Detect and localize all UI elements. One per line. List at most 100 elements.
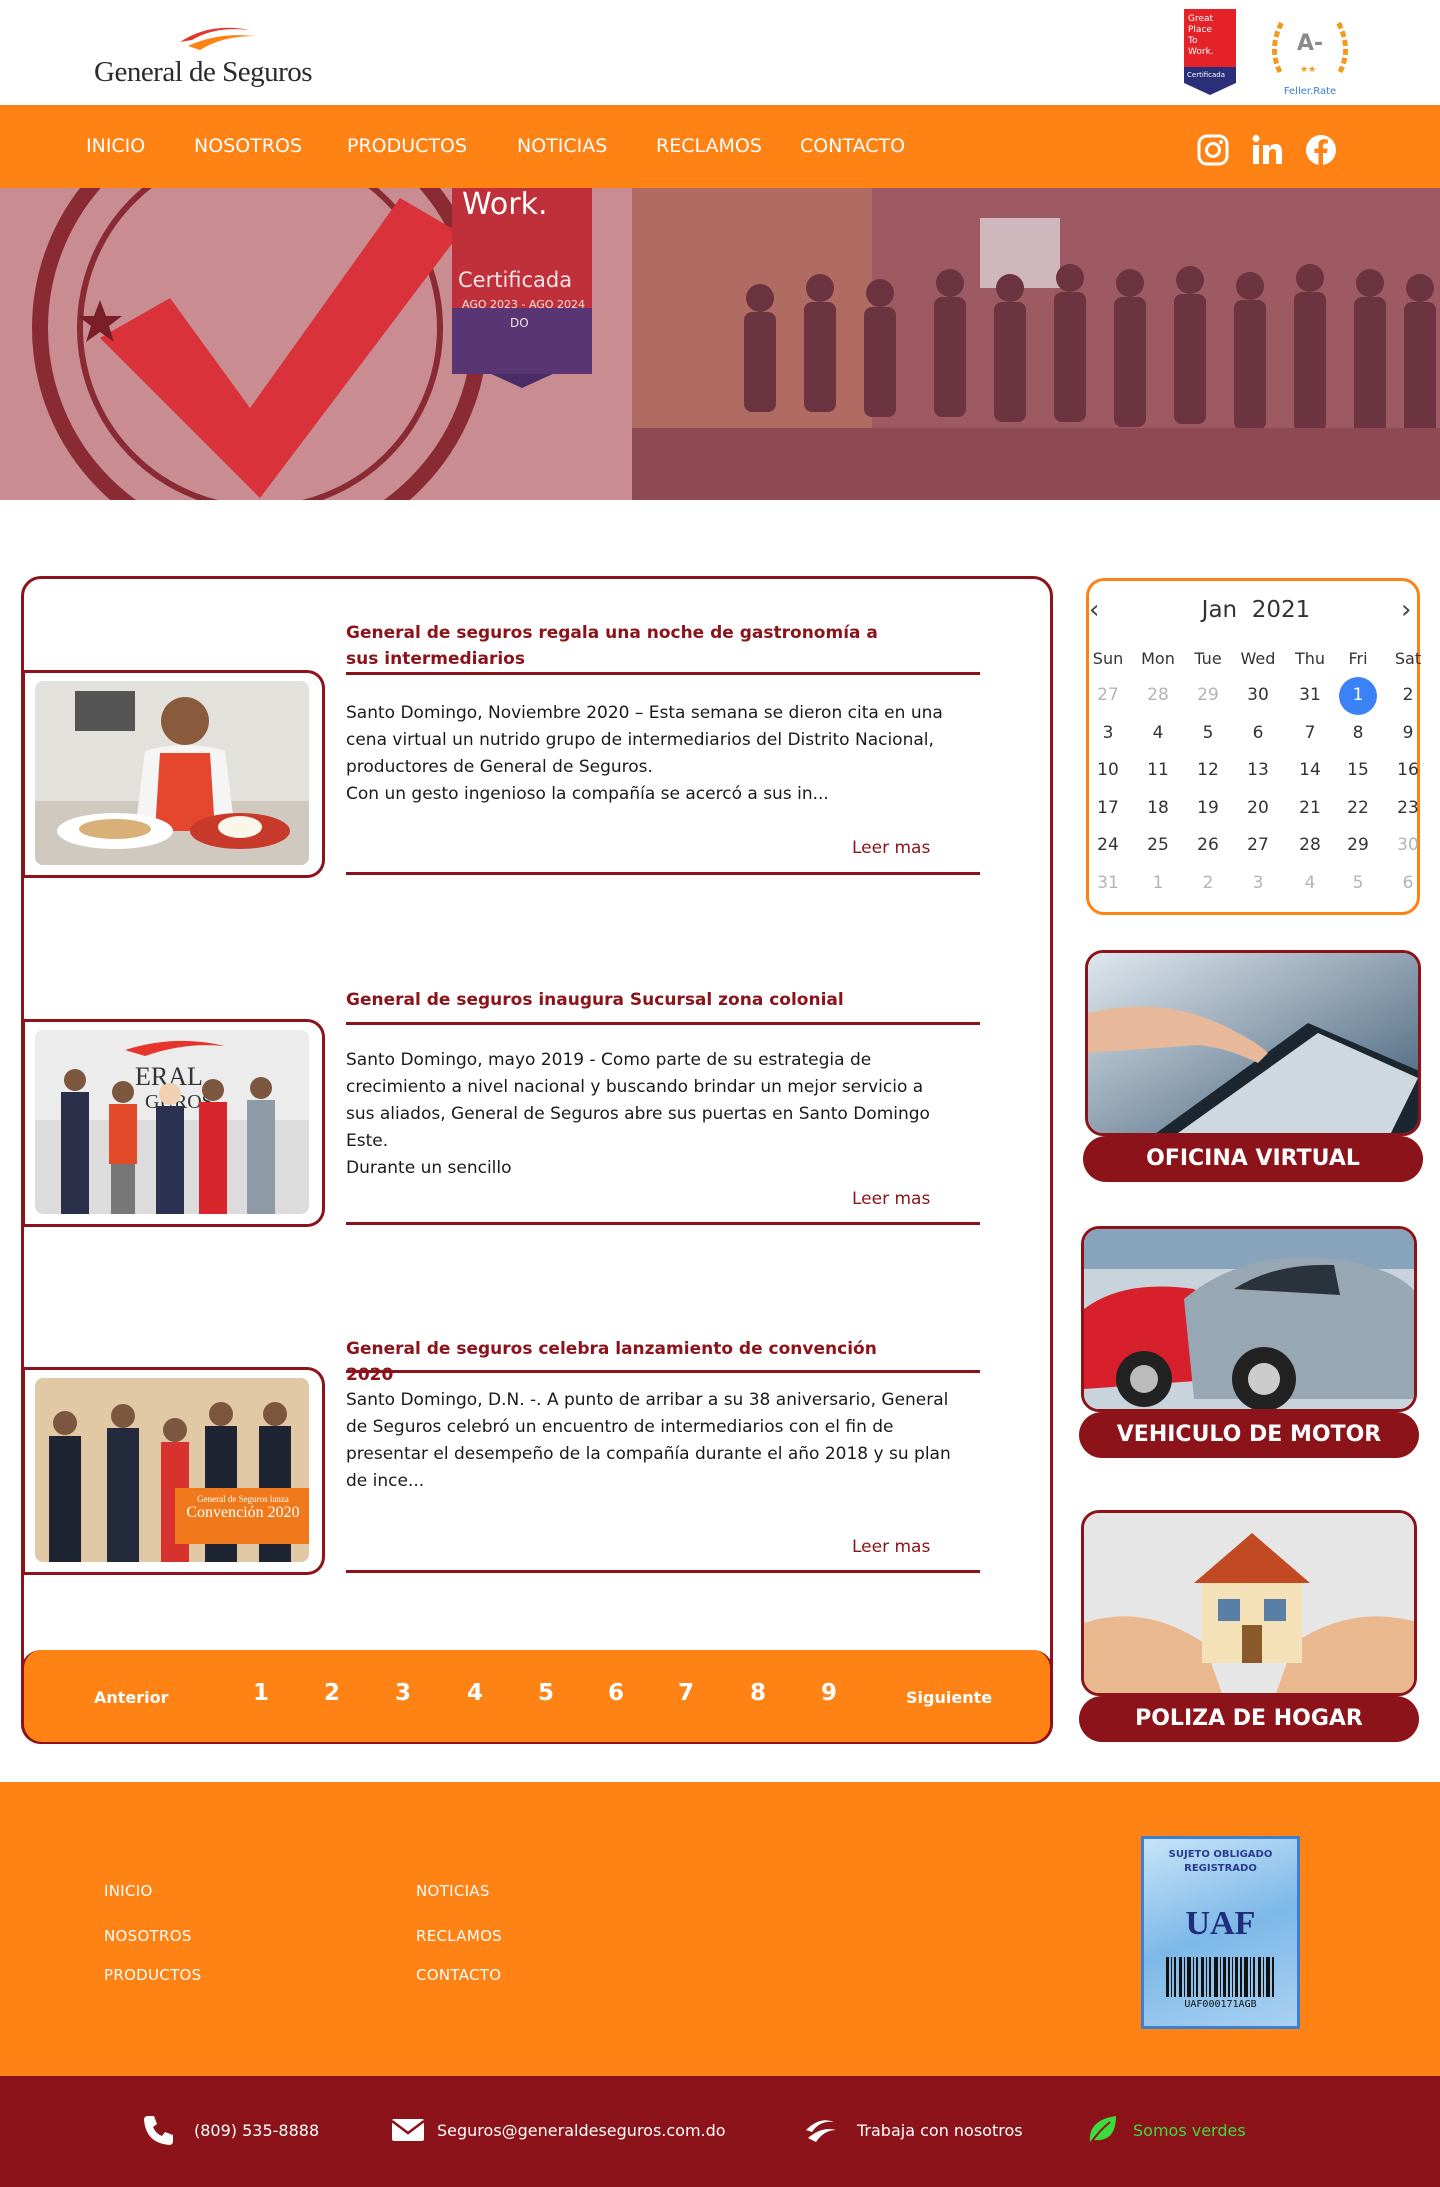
calendar-month-year[interactable]: Jan 2021 [1089,597,1423,623]
calendar-day[interactable]: 2 [1383,685,1433,705]
news-thumbnail-3[interactable]: General de Seguros lanza Convención 2020 [22,1367,325,1575]
calendar-day[interactable]: 27 [1083,685,1133,705]
company-logo[interactable]: General de Seguros [94,24,334,88]
calendar-day[interactable]: 25 [1133,835,1183,855]
calendar-day[interactable]: 3 [1083,723,1133,743]
page-4[interactable]: 4 [467,1680,483,1706]
pagination-prev[interactable]: Anterior [94,1688,169,1707]
page-9[interactable]: 9 [821,1680,837,1706]
oficina-virtual-image [1085,950,1421,1136]
jobs-link[interactable]: Trabaja con nosotros [857,2121,1023,2140]
nav-contacto[interactable]: CONTACTO [800,135,905,157]
poliza-de-hogar-button[interactable]: POLIZA DE HOGAR [1079,1696,1419,1742]
calendar-day[interactable]: 5 [1183,723,1233,743]
news-title-1[interactable]: General de seguros regala una noche de g… [346,620,906,672]
nav-nosotros[interactable]: NOSOTROS [194,135,302,157]
calendar-day[interactable]: 21 [1285,798,1335,818]
calendar-day[interactable]: 6 [1233,723,1283,743]
footer-link-contacto[interactable]: CONTACTO [416,1966,501,1984]
svg-text:Place: Place [1188,25,1212,35]
poliza-de-hogar-image [1081,1510,1417,1696]
read-more-link-2[interactable]: Leer mas [852,1189,930,1209]
calendar-day[interactable]: 22 [1333,798,1383,818]
calendar-day[interactable]: 30 [1383,835,1433,855]
footer-link-noticias[interactable]: NOTICIAS [416,1882,490,1900]
calendar-day[interactable]: 23 [1383,798,1433,818]
calendar-day[interactable]: 5 [1333,873,1383,893]
news-thumbnail-2[interactable]: ERAL GUROS [22,1019,325,1227]
calendar-day[interactable]: 31 [1083,873,1133,893]
calendar-day[interactable]: 7 [1285,723,1335,743]
chevron-right-icon[interactable]: › [1401,595,1411,625]
calendar-day[interactable]: 20 [1233,798,1283,818]
calendar-day[interactable]: 13 [1233,760,1283,780]
nav-inicio[interactable]: INICIO [86,135,145,157]
calendar-day[interactable]: 31 [1285,685,1335,705]
calendar-day[interactable]: 16 [1383,760,1433,780]
calendar-day[interactable]: 18 [1133,798,1183,818]
calendar-day[interactable]: 8 [1333,723,1383,743]
footer-link-inicio[interactable]: INICIO [104,1882,153,1900]
calendar-day[interactable]: 30 [1233,685,1283,705]
linkedin-icon[interactable] [1250,133,1284,167]
calendar-weekday: Sat [1394,649,1422,668]
calendar-day[interactable]: 29 [1183,685,1233,705]
calendar-day[interactable]: 26 [1183,835,1233,855]
facebook-icon[interactable] [1304,133,1338,167]
footer-link-reclamos[interactable]: RECLAMOS [416,1927,502,1945]
logo-swoosh-icon [180,27,255,50]
pagination-next[interactable]: Siguiente [906,1688,992,1707]
page-1[interactable]: 1 [253,1680,269,1706]
news-image-branch-opening: ERAL GUROS [35,1030,309,1214]
nav-productos[interactable]: PRODUCTOS [347,135,467,157]
page-2[interactable]: 2 [324,1680,340,1706]
contact-phone[interactable]: (809) 535-8888 [194,2121,319,2140]
page-7[interactable]: 7 [678,1680,694,1706]
calendar-day[interactable]: 10 [1083,760,1133,780]
calendar-day[interactable]: 28 [1285,835,1335,855]
svg-text:A-: A- [1297,31,1323,56]
read-more-link-3[interactable]: Leer mas [852,1537,930,1557]
calendar-day[interactable]: 14 [1285,760,1335,780]
calendar-day[interactable]: 15 [1333,760,1383,780]
news-thumbnail-1[interactable] [22,670,325,878]
page-6[interactable]: 6 [608,1680,624,1706]
calendar-day[interactable]: 3 [1233,873,1283,893]
footer-link-productos[interactable]: PRODUCTOS [104,1966,201,1984]
footer-link-nosotros[interactable]: NOSOTROS [104,1927,192,1945]
contact-email[interactable]: Seguros@generaldeseguros.com.do [437,2121,726,2140]
calendar-day[interactable]: 27 [1233,835,1283,855]
news-body-3: Santo Domingo, D.N. -. A punto de arriba… [346,1390,951,1491]
news-divider [346,872,980,875]
calendar-day[interactable]: 12 [1183,760,1233,780]
pagination: Anterior 1 2 3 4 5 6 7 8 9 Siguiente [21,1650,1053,1744]
calendar-day[interactable]: 1 [1333,685,1383,705]
calendar-day[interactable]: 9 [1383,723,1433,743]
instagram-icon[interactable] [1196,133,1230,167]
green-link[interactable]: Somos verdes [1133,2121,1246,2140]
calendar-day[interactable]: 2 [1183,873,1233,893]
oficina-virtual-button[interactable]: OFICINA VIRTUAL [1083,1136,1423,1182]
nav-noticias[interactable]: NOTICIAS [517,135,607,157]
calendar-day[interactable]: 6 [1383,873,1433,893]
vehiculo-de-motor-button[interactable]: VEHICULO DE MOTOR [1079,1412,1419,1458]
calendar-day[interactable]: 1 [1133,873,1183,893]
calendar-day[interactable]: 28 [1133,685,1183,705]
nav-reclamos[interactable]: RECLAMOS [656,135,762,157]
calendar-day[interactable]: 29 [1333,835,1383,855]
news-title-3[interactable]: General de seguros celebra lanzamiento d… [346,1336,906,1388]
contact-bar: (809) 535-8888 Seguros@generaldeseguros.… [0,2076,1440,2187]
page-5[interactable]: 5 [538,1680,554,1706]
calendar-day[interactable]: 4 [1285,873,1335,893]
calendar-weekday: Fri [1348,649,1368,668]
calendar-day[interactable]: 17 [1083,798,1133,818]
calendar-day[interactable]: 4 [1133,723,1183,743]
calendar-day[interactable]: 19 [1183,798,1233,818]
calendar-weekday: Wed [1240,649,1276,668]
news-title-2[interactable]: General de seguros inaugura Sucursal zon… [346,987,906,1013]
page-3[interactable]: 3 [395,1680,411,1706]
page-8[interactable]: 8 [750,1680,766,1706]
calendar-day[interactable]: 24 [1083,835,1133,855]
calendar-day[interactable]: 11 [1133,760,1183,780]
read-more-link-1[interactable]: Leer mas [852,838,930,858]
